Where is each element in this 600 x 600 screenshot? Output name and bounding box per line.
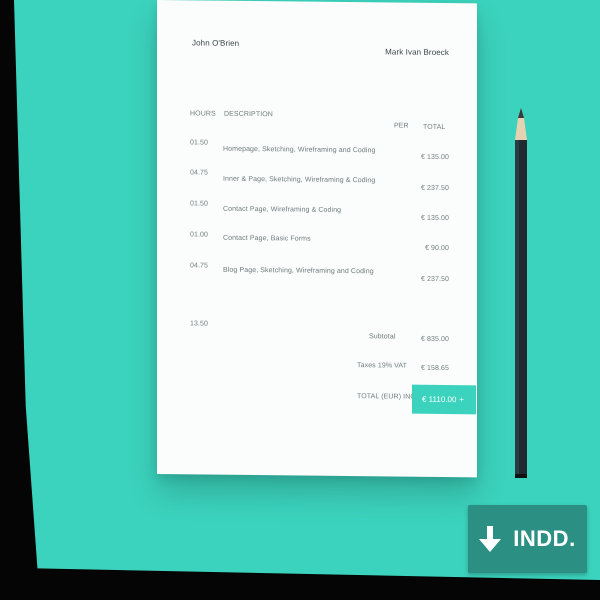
line-hours: 04.75 [190, 262, 209, 270]
line-amount: € 237.50 [420, 275, 449, 284]
line-description: Homepage, Sketching, Wireframing and Cod… [223, 145, 376, 155]
tax-value: € 158.65 [420, 364, 449, 373]
header-hours: HOURS [190, 110, 216, 118]
header-per: PER [394, 122, 409, 130]
subtotal-value: € 835.00 [420, 335, 449, 344]
invoice-paper: John O'Brien Mark Ivan Broeck HOURS DESC… [157, 0, 477, 478]
header-description: DESCRIPTION [224, 110, 273, 119]
subtotal-label: Subtotal [369, 333, 396, 341]
line-hours: 04.75 [190, 169, 209, 177]
line-hours: 01.00 [190, 231, 209, 239]
line-description: Inner & Page, Sketching, Wireframing & C… [223, 175, 376, 185]
total-chip: € 1110.00 + [412, 384, 476, 415]
total-hours: 13.50 [190, 320, 209, 328]
line-amount: € 237.50 [420, 184, 449, 193]
line-amount: € 135.00 [420, 214, 449, 223]
line-description: Contact Page, Basic Forms [223, 234, 311, 243]
sender-name: Mark Ivan Broeck [385, 47, 449, 58]
line-amount: € 135.00 [420, 153, 449, 162]
line-amount: € 90.00 [424, 244, 449, 253]
tax-label: Taxes 19% VAT [357, 362, 408, 370]
total-suffix: + [459, 395, 464, 405]
line-hours: 01.50 [190, 139, 209, 147]
pencil-icon [515, 108, 527, 478]
total-value: € 1110.00 [422, 394, 457, 405]
client-name: John O'Brien [192, 38, 240, 48]
line-hours: 01.50 [190, 200, 209, 208]
arrow-down-icon [479, 526, 502, 552]
download-label: INDD. [513, 526, 576, 551]
download-indd-button[interactable]: INDD. [468, 505, 587, 573]
line-description: Contact Page, Wireframing & Coding [223, 205, 342, 214]
line-description: Blog Page, Sketching, Wireframing and Co… [223, 266, 374, 276]
header-total: TOTAL [423, 123, 446, 132]
